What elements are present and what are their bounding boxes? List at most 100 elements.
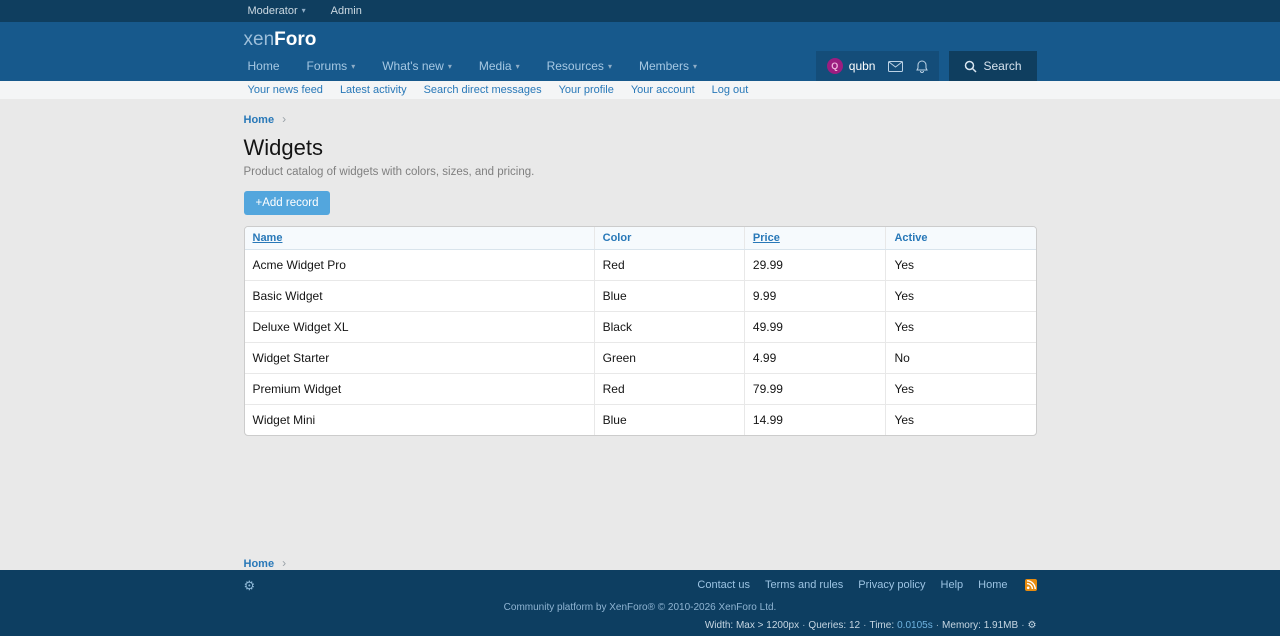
- column-header-color: Color: [594, 227, 744, 250]
- cell-active: Yes: [886, 312, 1036, 343]
- cell-price: 79.99: [744, 374, 886, 405]
- page: Moderator▾ Admin xenForo Home Forums▾ What'…: [0, 0, 1280, 602]
- column-header-label: Name: [253, 232, 283, 244]
- column-header-label: Active: [894, 232, 927, 244]
- subnav-log-out[interactable]: Log out: [712, 84, 749, 96]
- footer-link-help[interactable]: Help: [941, 579, 964, 591]
- footer-link-terms-and-rules[interactable]: Terms and rules: [765, 579, 843, 591]
- cell-active: Yes: [886, 250, 1036, 281]
- topbar-links: Moderator▾ Admin: [244, 0, 1037, 22]
- search-icon: [964, 60, 977, 73]
- footer: ⚙ Contact us Terms and rules Privacy polic…: [0, 570, 1280, 636]
- style-chooser-gear-icon[interactable]: ⚙: [244, 579, 256, 592]
- debug-time-label: Time:: [869, 620, 894, 631]
- avatar[interactable]: Q: [827, 58, 843, 74]
- debug-memory: Memory: 1.91MB: [942, 620, 1018, 631]
- cell-name: Premium Widget: [245, 374, 595, 405]
- chevron-right-icon: ›: [282, 112, 286, 126]
- subnav-search-direct-messages[interactable]: Search direct messages: [424, 84, 542, 96]
- add-record-button[interactable]: +Add record: [244, 191, 331, 215]
- table-body: Acme Widget ProRed29.99YesBasic WidgetBl…: [245, 250, 1036, 436]
- search-button[interactable]: Search: [949, 51, 1036, 81]
- debug-time-value[interactable]: 0.0105s: [897, 620, 933, 631]
- admin-topbar: Moderator▾ Admin: [0, 0, 1280, 22]
- nav-item-resources[interactable]: Resources▾: [547, 59, 612, 73]
- page-description: Product catalog of widgets with colors, …: [244, 166, 1037, 178]
- copyright-text: Community platform by XenForo® © 2010-20…: [0, 602, 1280, 613]
- cell-color: Red: [594, 374, 744, 405]
- main-content: Home › Widgets Product catalog of widget…: [0, 99, 1280, 570]
- subnav-your-news-feed[interactable]: Your news feed: [248, 84, 323, 96]
- chevron-down-icon: ▾: [302, 6, 306, 15]
- nav-item-media[interactable]: Media▾: [479, 59, 520, 73]
- debug-gear-icon[interactable]: ⚙: [1028, 620, 1037, 631]
- cell-price: 9.99: [744, 281, 886, 312]
- subnav-your-account[interactable]: Your account: [631, 84, 695, 96]
- cell-name: Widget Starter: [245, 343, 595, 374]
- logo-suffix: Foro: [274, 29, 316, 50]
- main-nav-row: Home Forums▾ What's new▾ Media▾ Resources▾ Me…: [244, 51, 1037, 81]
- debug-width: Width: Max > 1200px: [705, 620, 799, 631]
- chevron-down-icon: ▾: [693, 62, 697, 71]
- cell-active: No: [886, 343, 1036, 374]
- nav-right: Q qubn Search: [816, 51, 1037, 81]
- page-title: Widgets: [244, 135, 1037, 161]
- footer-row: ⚙ Contact us Terms and rules Privacy polic…: [244, 577, 1037, 593]
- cell-price: 29.99: [744, 250, 886, 281]
- alerts-bell-icon[interactable]: [916, 60, 928, 73]
- footer-link-contact-us[interactable]: Contact us: [697, 579, 750, 591]
- topbar-item-admin[interactable]: Admin: [331, 5, 362, 17]
- column-header-price[interactable]: Price: [744, 227, 886, 250]
- subnav-links: Your news feed Latest activity Search dire…: [244, 81, 1037, 99]
- cell-color: Black: [594, 312, 744, 343]
- widgets-table-wrap: NameColorPriceActive Acme Widget ProRed2…: [244, 226, 1037, 436]
- cell-color: Blue: [594, 405, 744, 436]
- cell-price: 4.99: [744, 343, 886, 374]
- search-button-label: Search: [983, 59, 1021, 73]
- rss-icon[interactable]: [1025, 579, 1037, 591]
- table-row: Premium WidgetRed79.99Yes: [245, 374, 1036, 405]
- footer-link-home[interactable]: Home: [978, 579, 1007, 591]
- nav-item-what-s-new[interactable]: What's new▾: [382, 59, 452, 73]
- breadcrumb-home-link-bottom[interactable]: Home: [244, 558, 275, 570]
- cell-active: Yes: [886, 405, 1036, 436]
- cell-color: Red: [594, 250, 744, 281]
- chevron-down-icon: ▾: [516, 62, 520, 71]
- breadcrumb-home-link[interactable]: Home: [244, 114, 275, 126]
- breadcrumb-bottom: Home ›: [244, 556, 1037, 570]
- cell-price: 49.99: [744, 312, 886, 343]
- cell-color: Blue: [594, 281, 744, 312]
- user-menu[interactable]: Q qubn: [827, 58, 876, 74]
- chevron-down-icon: ▾: [351, 62, 355, 71]
- subnav-your-profile[interactable]: Your profile: [559, 84, 614, 96]
- widgets-table: NameColorPriceActive Acme Widget ProRed2…: [245, 227, 1036, 435]
- footer-link-privacy-policy[interactable]: Privacy policy: [858, 579, 925, 591]
- nav-item-forums[interactable]: Forums▾: [307, 59, 356, 73]
- nav-item-home[interactable]: Home: [248, 59, 280, 73]
- table-row: Widget StarterGreen4.99No: [245, 343, 1036, 374]
- column-header-label: Price: [753, 232, 780, 244]
- cell-name: Widget Mini: [245, 405, 595, 436]
- column-header-name[interactable]: Name: [245, 227, 595, 250]
- conversations-envelope-icon[interactable]: [888, 61, 903, 72]
- debug-stats: Width: Max > 1200px·Queries: 12·Time:0.0…: [244, 620, 1037, 631]
- cell-name: Acme Widget Pro: [245, 250, 595, 281]
- username: qubn: [849, 59, 876, 73]
- nav-item-members[interactable]: Members▾: [639, 59, 697, 73]
- site-header: xenForo Home Forums▾ What's new▾ Media▾ Reso…: [0, 22, 1280, 81]
- table-row: Deluxe Widget XLBlack49.99Yes: [245, 312, 1036, 343]
- chevron-right-icon: ›: [282, 556, 286, 570]
- table-row: Basic WidgetBlue9.99Yes: [245, 281, 1036, 312]
- chevron-down-icon: ▾: [608, 62, 612, 71]
- topbar-item-moderator[interactable]: Moderator▾: [248, 5, 306, 17]
- table-header-row: Name Color Price Active: [245, 227, 1036, 250]
- cell-active: Yes: [886, 281, 1036, 312]
- debug-queries[interactable]: Queries: 12: [808, 620, 860, 631]
- subnav-latest-activity[interactable]: Latest activity: [340, 84, 407, 96]
- logo-prefix: xen: [244, 29, 275, 50]
- chevron-down-icon: ▾: [448, 62, 452, 71]
- breadcrumb-top: Home ›: [244, 112, 1037, 126]
- xenforo-logo[interactable]: xenForo: [244, 22, 317, 51]
- cell-name: Deluxe Widget XL: [245, 312, 595, 343]
- table-row: Widget MiniBlue14.99Yes: [245, 405, 1036, 436]
